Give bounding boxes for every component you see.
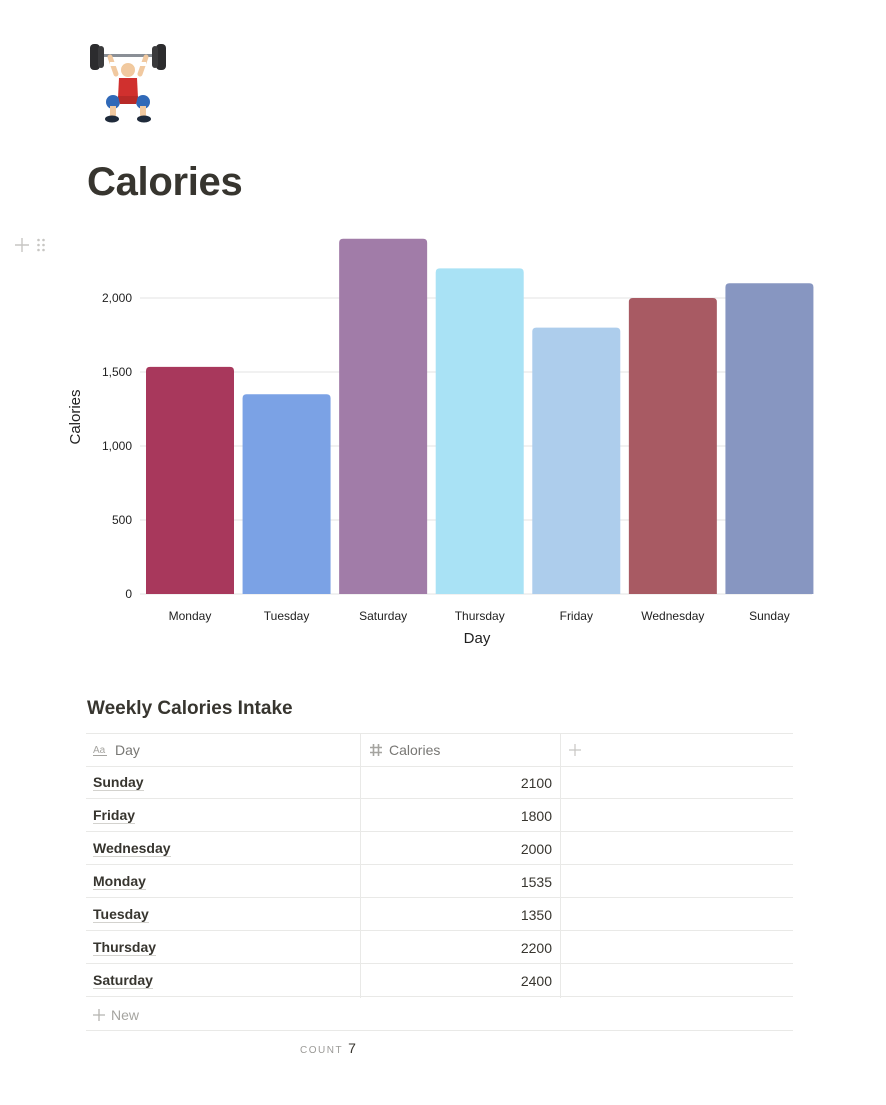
table-row[interactable]: Thursday 2200 <box>86 931 793 964</box>
table-header: Aa Day Calories <box>86 733 793 766</box>
x-tick-label: Thursday <box>455 609 505 623</box>
column-header-calories[interactable]: Calories <box>369 733 440 766</box>
calories-cell[interactable]: 1535 <box>361 865 552 898</box>
plus-icon <box>569 743 581 756</box>
day-value: Thursday <box>93 939 157 956</box>
calories-cell[interactable]: 2100 <box>361 766 552 799</box>
calories-cell[interactable]: 2200 <box>361 931 552 964</box>
svg-text:Aa: Aa <box>93 745 106 756</box>
y-tick-label: 1,000 <box>102 439 132 453</box>
table-row[interactable]: Saturday 2400 <box>86 964 793 997</box>
new-row-button[interactable]: New <box>86 998 793 1031</box>
calories-cell[interactable]: 1350 <box>361 898 552 931</box>
y-tick-label: 500 <box>112 513 132 527</box>
x-tick-label: Tuesday <box>264 609 310 623</box>
bar-thursday[interactable] <box>435 268 524 594</box>
x-axis-label: Day <box>464 630 491 647</box>
x-tick-label: Sunday <box>749 609 790 623</box>
day-value: Sunday <box>93 774 144 791</box>
table-title: Weekly Calories Intake <box>87 698 293 719</box>
bar-tuesday[interactable] <box>242 394 331 594</box>
bars <box>146 238 814 595</box>
new-row-label: New <box>111 1006 140 1023</box>
calories-cell[interactable]: 2000 <box>361 832 552 865</box>
count-footer[interactable]: COUNT 7 <box>300 1040 356 1056</box>
calories-cell[interactable]: 2400 <box>361 964 552 997</box>
calories-cell[interactable]: 1800 <box>361 799 552 832</box>
x-tick-label: Saturday <box>359 609 407 623</box>
day-value: Wednesday <box>93 840 171 857</box>
bar-sunday[interactable] <box>725 283 814 594</box>
calories-bar-chart: 0 500 1,000 1,500 2,000 Monday Tuesday Saturda… <box>67 238 814 647</box>
text-property-icon: Aa <box>93 745 107 756</box>
count-value: 7 <box>348 1040 356 1056</box>
bar-saturday[interactable] <box>339 238 428 595</box>
table-row[interactable]: Monday 1535 <box>86 865 793 898</box>
day-cell[interactable]: Friday <box>93 799 136 832</box>
x-tick-label: Friday <box>560 609 593 623</box>
bar-friday[interactable] <box>532 327 621 594</box>
row-divider <box>86 996 793 997</box>
plus-icon <box>93 1008 105 1021</box>
y-tick-label: 1,500 <box>102 365 132 379</box>
table-row[interactable]: Sunday 2100 <box>86 766 793 799</box>
day-cell[interactable]: Sunday <box>93 766 144 799</box>
day-cell[interactable]: Wednesday <box>93 832 171 865</box>
table-row[interactable]: Tuesday 1350 <box>86 898 793 931</box>
number-property-icon <box>370 743 382 756</box>
bar-monday[interactable] <box>146 366 234 594</box>
table-row[interactable]: Wednesday 2000 <box>86 832 793 865</box>
day-cell[interactable]: Tuesday <box>93 898 149 931</box>
y-tick-label: 2,000 <box>102 291 132 305</box>
column-header-day[interactable]: Aa Day <box>93 733 140 766</box>
day-cell[interactable]: Saturday <box>93 964 153 997</box>
column-header-label: Calories <box>389 741 441 758</box>
column-header-label: Day <box>115 741 140 758</box>
day-value: Monday <box>93 873 146 890</box>
x-tick-label: Monday <box>169 609 212 623</box>
x-tick-label: Wednesday <box>641 609 704 623</box>
y-tick-label: 0 <box>125 587 132 601</box>
y-tick-labels: 0 500 1,000 1,500 2,000 <box>102 291 132 601</box>
y-axis-label: Calories <box>67 389 84 444</box>
day-value: Tuesday <box>93 906 149 923</box>
bar-wednesday[interactable] <box>628 298 717 594</box>
day-value: Friday <box>93 807 136 824</box>
x-tick-labels: Monday Tuesday Saturday Thursday Friday Wedne… <box>169 609 790 623</box>
count-label: COUNT <box>300 1045 344 1056</box>
day-value: Saturday <box>93 972 153 989</box>
add-column-button[interactable] <box>569 733 587 766</box>
day-cell[interactable]: Thursday <box>93 931 157 964</box>
day-cell[interactable]: Monday <box>93 865 146 898</box>
table-row[interactable]: Friday 1800 <box>86 799 793 832</box>
